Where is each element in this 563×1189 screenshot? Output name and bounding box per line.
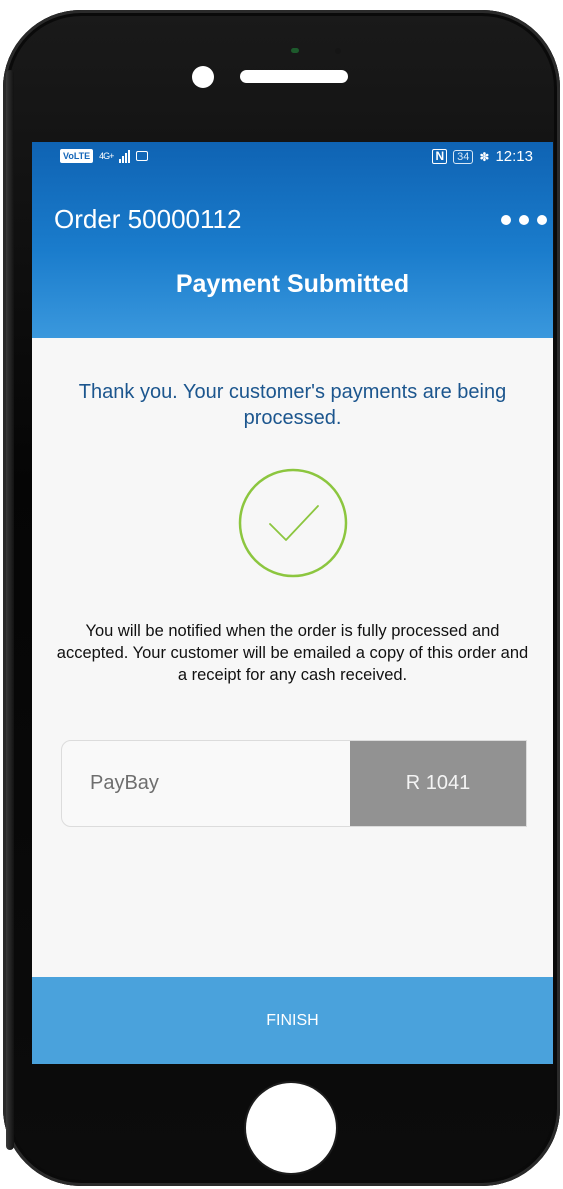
app-screen: VoLTE 4G+ N 34 ✽ 12:13 Order 50000112 Pa… — [32, 142, 553, 1064]
battery-icon: 34 — [453, 149, 474, 164]
payment-amount: R 1041 — [350, 741, 526, 826]
nfc-icon: N — [432, 149, 448, 164]
finish-button[interactable]: FINISH — [32, 977, 553, 1064]
app-header: VoLTE 4G+ N 34 ✽ 12:13 Order 50000112 Pa… — [32, 142, 553, 338]
leaf-icon: ✽ — [479, 149, 490, 164]
order-title: Order 50000112 — [54, 204, 242, 234]
clock: 12:13 — [495, 148, 533, 165]
status-bar: VoLTE 4G+ N 34 ✽ 12:13 — [32, 142, 553, 174]
more-dot — [501, 215, 511, 225]
payment-row: PayBay R 1041 — [61, 740, 527, 827]
front-camera — [192, 66, 214, 88]
network-type-label: 4G+ — [99, 151, 114, 161]
signal-icon — [119, 149, 131, 163]
page-heading: Payment Submitted — [175, 270, 410, 298]
status-left-icons: VoLTE 4G+ — [60, 149, 149, 163]
payment-method: PayBay — [90, 772, 159, 794]
phone-side-rim — [6, 70, 14, 1150]
volte-icon: VoLTE — [60, 149, 94, 163]
check-icon — [238, 468, 348, 578]
more-dot — [537, 215, 547, 225]
status-right-icons: N 34 ✽ 12:13 — [432, 148, 533, 165]
more-icon[interactable] — [501, 215, 547, 225]
home-button[interactable] — [246, 1083, 336, 1173]
more-dot — [519, 215, 529, 225]
earpiece-speaker — [240, 70, 348, 83]
notification-message: You will be notified when the order is f… — [56, 622, 529, 684]
thank-you-message: Thank you. Your customer's payments are … — [78, 381, 507, 429]
message-icon — [136, 151, 149, 161]
proximity-sensor — [291, 48, 299, 53]
light-sensor — [335, 48, 341, 54]
